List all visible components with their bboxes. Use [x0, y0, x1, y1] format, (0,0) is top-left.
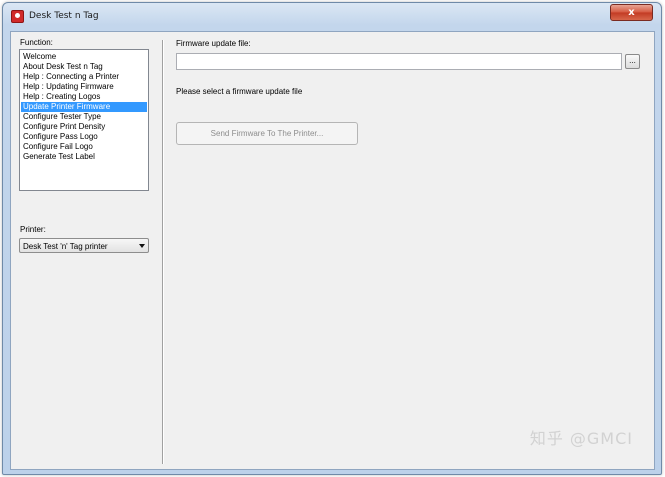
list-item-about[interactable]: About Desk Test n Tag [21, 62, 147, 72]
app-window: Desk Test n Tag x Function: Welcome Abou… [2, 2, 662, 475]
list-item-tester-type[interactable]: Configure Tester Type [21, 112, 147, 122]
printer-label: Printer: [20, 225, 46, 234]
list-item-update-firmware[interactable]: Update Printer Firmware [21, 102, 147, 112]
function-label: Function: [20, 38, 53, 47]
window-title: Desk Test n Tag [29, 11, 99, 21]
firmware-file-input[interactable] [176, 53, 622, 70]
list-item-help-connecting[interactable]: Help : Connecting a Printer [21, 72, 147, 82]
watermark: 知乎 @GMCI [529, 429, 633, 448]
pane-splitter[interactable] [162, 40, 163, 464]
function-list[interactable]: Welcome About Desk Test n Tag Help : Con… [19, 49, 149, 191]
list-item-print-density[interactable]: Configure Print Density [21, 122, 147, 132]
list-item-test-label[interactable]: Generate Test Label [21, 152, 147, 162]
list-item-help-logos[interactable]: Help : Creating Logos [21, 92, 147, 102]
main-pane: Firmware update file: ... Please select … [171, 32, 651, 469]
title-bar[interactable]: Desk Test n Tag x [3, 3, 661, 29]
list-item-help-updating[interactable]: Help : Updating Firmware [21, 82, 147, 92]
left-pane: Function: Welcome About Desk Test n Tag … [11, 32, 161, 469]
firmware-file-label: Firmware update file: [176, 39, 251, 48]
send-firmware-button[interactable]: Send Firmware To The Printer... [176, 122, 358, 145]
list-item-pass-logo[interactable]: Configure Pass Logo [21, 132, 147, 142]
list-item-fail-logo[interactable]: Configure Fail Logo [21, 142, 147, 152]
browse-button[interactable]: ... [625, 54, 640, 69]
printer-select-value: Desk Test 'n' Tag printer [23, 242, 108, 251]
client-area: Function: Welcome About Desk Test n Tag … [10, 31, 655, 470]
firmware-hint: Please select a firmware update file [176, 87, 303, 96]
app-logo-icon [11, 10, 24, 23]
list-item-welcome[interactable]: Welcome [21, 52, 147, 62]
close-button[interactable]: x [610, 4, 653, 21]
chevron-down-icon [139, 244, 145, 248]
printer-select[interactable]: Desk Test 'n' Tag printer [19, 238, 149, 253]
